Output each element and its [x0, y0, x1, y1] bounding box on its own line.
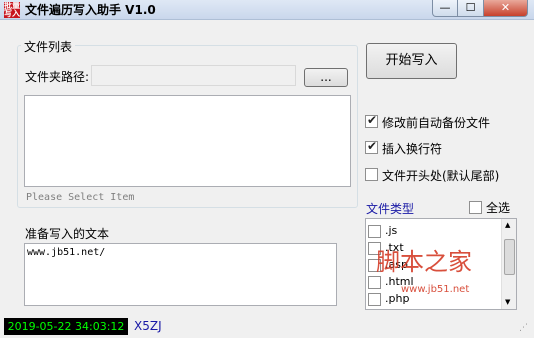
minimize-button[interactable]: —: [432, 0, 458, 17]
select-all-label: 全选: [486, 201, 511, 215]
watermark-url: www.jb51.net: [401, 284, 470, 295]
folder-path-field[interactable]: [91, 65, 296, 86]
file-type-checkbox-js[interactable]: [368, 225, 381, 238]
folder-path-label: 文件夹路径:: [25, 70, 90, 84]
start-write-button[interactable]: 开始写入: [366, 43, 457, 79]
backup-checkbox[interactable]: ✔: [365, 113, 378, 128]
check-icon: ✔: [367, 139, 378, 153]
check-icon: ✔: [367, 113, 378, 127]
newline-checkbox[interactable]: ✔: [365, 139, 378, 154]
close-icon: ✕: [500, 1, 511, 14]
file-start-checkbox[interactable]: [365, 168, 378, 181]
file-type-js: .js: [385, 224, 398, 237]
select-all-checkbox[interactable]: [469, 201, 482, 214]
backup-label: 修改前自动备份文件: [382, 116, 491, 130]
file-types-label: 文件类型: [366, 202, 415, 216]
write-text-label: 准备写入的文本: [25, 227, 110, 241]
file-type-checkbox-html[interactable]: [368, 276, 381, 289]
file-list-group-label: 文件列表: [21, 38, 76, 55]
file-type-checkbox-php[interactable]: [368, 293, 381, 306]
scroll-down-icon[interactable]: ▼: [505, 298, 510, 306]
file-list-box[interactable]: [24, 95, 351, 187]
window-title: 文件遍历写入助手 V1.0: [25, 3, 156, 17]
close-button[interactable]: ✕: [484, 0, 528, 17]
app-icon: 批量 写入: [4, 2, 20, 18]
maximize-icon: ☐: [465, 1, 476, 14]
file-types-scrollbar[interactable]: ▲ ▼: [501, 219, 516, 309]
scroll-up-icon[interactable]: ▲: [505, 221, 510, 229]
browse-button[interactable]: ...: [304, 68, 348, 87]
minimize-icon: —: [439, 1, 451, 14]
watermark-logo: 脚本之家: [376, 248, 472, 276]
datetime-display: 2019-05-22 34:03:12: [4, 318, 128, 335]
status-code: X5ZJ: [134, 319, 162, 333]
write-text-area[interactable]: www.jb51.net/: [24, 243, 337, 306]
newline-label: 插入换行符: [382, 142, 443, 156]
scroll-thumb[interactable]: [504, 239, 515, 275]
resize-grip-icon[interactable]: ⋰: [519, 323, 528, 333]
select-item-hint: Please Select Item: [26, 192, 135, 203]
file-start-label: 文件开头处(默认尾部): [382, 169, 500, 183]
maximize-button[interactable]: ☐: [458, 0, 484, 17]
